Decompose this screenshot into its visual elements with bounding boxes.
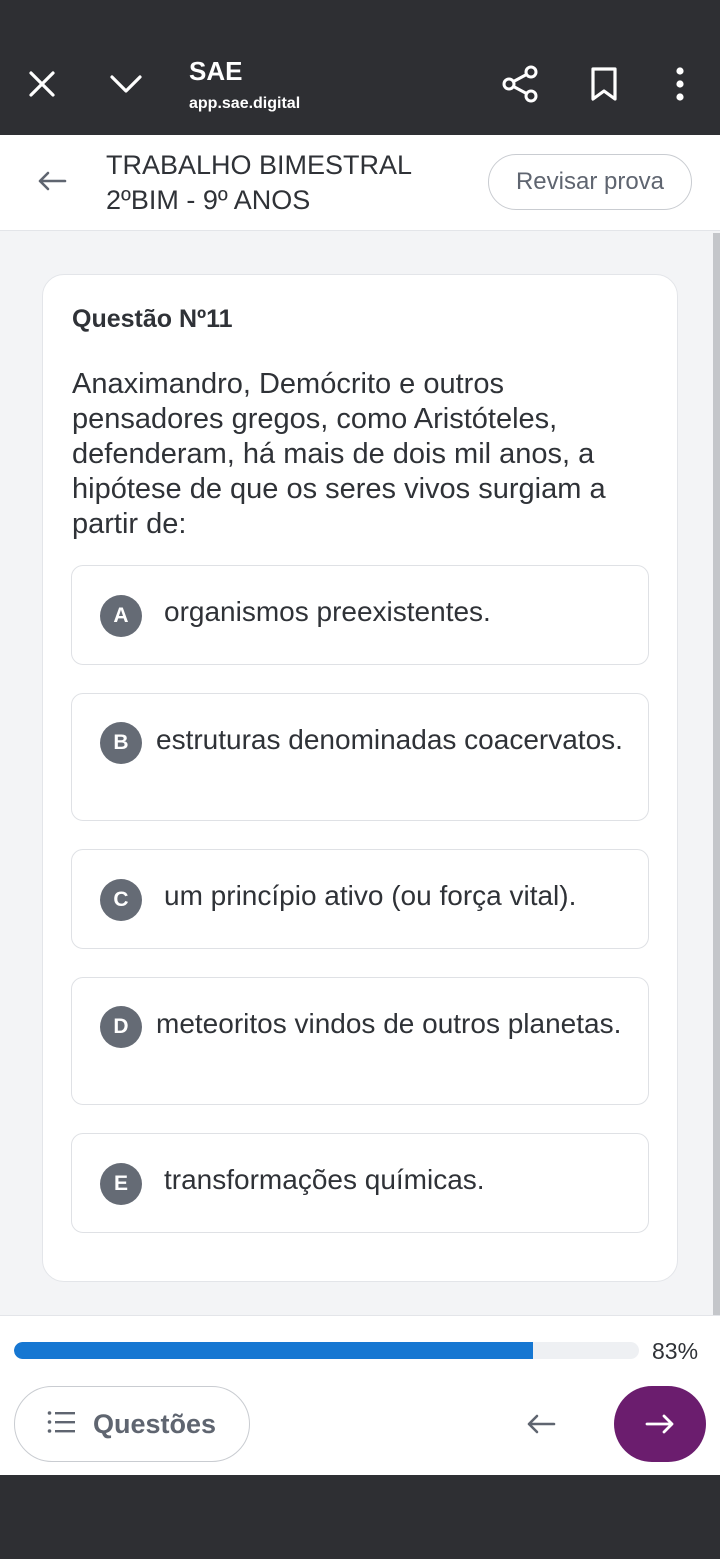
more-vert-icon[interactable] (660, 61, 700, 107)
exam-title-line2: 2ºBIM - 9º ANOS (106, 185, 311, 215)
review-exam-button[interactable]: Revisar prova (488, 154, 692, 210)
question-text: Anaximandro, Demócrito e outros pensador… (72, 368, 606, 540)
exam-header: TRABALHO BIMESTRAL 2ºBIM - 9º ANOS Revis… (0, 135, 720, 231)
browser-toolbar: SAE app.sae.digital (0, 0, 720, 135)
list-icon (47, 1410, 75, 1439)
exam-footer: 83% Questões (0, 1315, 720, 1475)
answer-option-e[interactable]: E transformações químicas. (71, 1133, 649, 1233)
close-icon[interactable] (20, 62, 64, 106)
share-icon[interactable] (496, 61, 544, 107)
questions-list-button[interactable]: Questões (14, 1386, 250, 1462)
option-text: organismos preexistentes. (164, 596, 491, 627)
exam-title: TRABALHO BIMESTRAL 2ºBIM - 9º ANOS (106, 148, 466, 218)
previous-question-button[interactable] (515, 1404, 567, 1444)
progress-bar-fill (14, 1342, 533, 1359)
screen: SAE app.sae.digital TRABALHO BIMESTRAL 2… (0, 0, 720, 1559)
option-letter-badge: D (100, 1006, 142, 1048)
option-text: um princípio ativo (ou força vital). (164, 880, 577, 911)
answer-option-a[interactable]: A organismos preexistentes. (71, 565, 649, 665)
back-arrow-icon[interactable] (30, 163, 74, 199)
option-text: estruturas denominadas coacervatos. (156, 724, 623, 755)
question-number: Questão Nº11 (72, 305, 233, 333)
bookmark-icon[interactable] (582, 61, 626, 107)
scrollbar[interactable] (713, 233, 720, 1315)
progress-bar (14, 1342, 639, 1359)
questions-button-label: Questões (93, 1408, 217, 1439)
arrow-right-icon (645, 1414, 674, 1434)
answer-option-d[interactable]: D meteoritos vindos de outros planetas. (71, 977, 649, 1105)
system-navigation-bar (0, 1475, 720, 1559)
exam-title-line1: TRABALHO BIMESTRAL (106, 150, 413, 180)
next-question-button[interactable] (614, 1386, 706, 1462)
question-card: Questão Nº11 Anaximandro, Demócrito e ou… (42, 274, 678, 1282)
answer-option-b[interactable]: B estruturas denominadas coacervatos. (71, 693, 649, 821)
arrow-left-icon (527, 1414, 556, 1434)
progress-percent: 83% (652, 1338, 699, 1364)
browser-url: app.sae.digital (189, 95, 301, 112)
option-letter-badge: A (100, 595, 142, 637)
option-text: meteoritos vindos de outros planetas. (156, 1008, 622, 1039)
chevron-down-icon[interactable] (104, 62, 148, 106)
option-letter-badge: E (100, 1163, 142, 1205)
option-letter-badge: B (100, 722, 142, 764)
browser-site-title: SAE (189, 56, 243, 86)
option-letter-badge: C (100, 879, 142, 921)
question-area: Questão Nº11 Anaximandro, Demócrito e ou… (0, 231, 720, 1315)
option-text: transformações químicas. (164, 1164, 485, 1195)
answer-option-c[interactable]: C um princípio ativo (ou força vital). (71, 849, 649, 949)
